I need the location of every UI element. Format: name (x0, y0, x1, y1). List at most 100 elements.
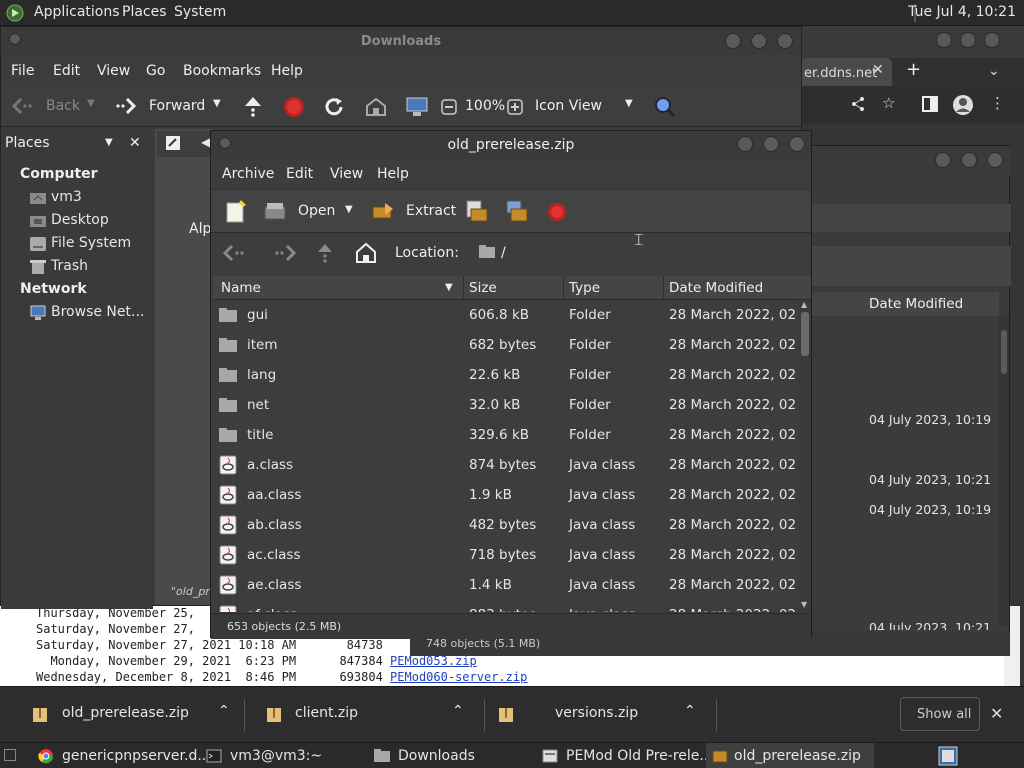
share-icon[interactable] (850, 96, 866, 112)
window-minimize-button[interactable] (936, 32, 952, 48)
profile-avatar-icon[interactable] (952, 94, 974, 116)
column-size[interactable]: Size (469, 280, 497, 296)
reload-icon[interactable] (323, 96, 345, 118)
file-row[interactable]: aa.class 1.9 kB Java class 28 March 2022, 0… (213, 480, 797, 510)
window-menu-button[interactable] (9, 33, 21, 45)
download-link[interactable]: PEMod053.zip (390, 654, 477, 668)
stop-icon[interactable] (283, 96, 305, 118)
file-row[interactable]: ab.class 482 bytes Java class 28 March 2022… (213, 510, 797, 540)
menu-archive[interactable]: Archive (222, 166, 274, 182)
menu-go[interactable]: Go (146, 63, 165, 79)
back-button[interactable]: Back (46, 98, 80, 114)
forward-arrow-icon[interactable] (115, 97, 137, 115)
workspace-switcher-icon[interactable] (938, 746, 958, 766)
zoom-in-icon[interactable] (507, 99, 523, 115)
window-menu-button[interactable] (219, 137, 231, 149)
menu-help[interactable]: Help (271, 63, 303, 79)
menu-edit[interactable]: Edit (286, 166, 313, 182)
edit-path-icon[interactable] (165, 135, 181, 151)
tab-close-icon[interactable]: ✕ (872, 62, 884, 78)
add-folder-icon[interactable] (505, 199, 529, 223)
file-row[interactable]: gui 606.8 kB Folder 28 March 2022, 02:... (213, 300, 797, 330)
file-list-scrollbar[interactable]: ▲ ▼ (799, 300, 811, 612)
task-old-prerelease[interactable]: old_prerelease.zip (706, 743, 874, 768)
file-row[interactable]: ac.class 718 bytes Java class 28 March 2022… (213, 540, 797, 570)
menu-bookmarks[interactable]: Bookmarks (183, 63, 261, 79)
download-options-chevron-icon[interactable]: ⌃ (684, 703, 696, 719)
window-maximize-button[interactable] (763, 136, 779, 152)
window-minimize-button[interactable] (935, 152, 951, 168)
behind-scrollbar[interactable] (999, 316, 1009, 626)
path-left-arrow-icon[interactable]: ◀ (201, 135, 210, 149)
behind-column-header[interactable]: Date Modified (811, 292, 999, 316)
show-all-button[interactable]: Show all (900, 697, 980, 731)
back-arrow-icon[interactable] (223, 244, 247, 262)
zoom-out-icon[interactable] (441, 99, 457, 115)
window-maximize-button[interactable] (751, 33, 767, 49)
tab-search-chevron-icon[interactable]: ⌄ (988, 63, 1000, 79)
gnome-foot-icon[interactable] (6, 4, 24, 22)
up-arrow-icon[interactable] (315, 242, 335, 264)
clock[interactable]: Tue Jul 4, 10:21 (908, 4, 1016, 20)
extract-icon[interactable] (371, 201, 395, 221)
back-history-chevron-icon[interactable]: ▼ (87, 98, 95, 109)
window-minimize-button[interactable] (737, 136, 753, 152)
column-date-modified[interactable]: Date Modified (669, 280, 763, 296)
sort-descending-icon[interactable]: ▼ (445, 282, 453, 293)
bookmark-star-icon[interactable]: ☆ (882, 94, 895, 112)
sidebar-close-icon[interactable]: ✕ (129, 135, 141, 151)
show-desktop-icon[interactable] (4, 749, 16, 761)
file-row[interactable]: net 32.0 kB Folder 28 March 2022, 02:... (213, 390, 797, 420)
sidebar-header[interactable]: Places ▼ ✕ (5, 135, 151, 157)
search-icon[interactable] (653, 95, 677, 119)
up-arrow-icon[interactable] (243, 95, 263, 117)
column-type[interactable]: Type (569, 280, 600, 296)
scrollbar-thumb[interactable] (801, 312, 809, 356)
window-close-button[interactable] (789, 136, 805, 152)
forward-button[interactable]: Forward (149, 98, 205, 114)
home-icon[interactable] (355, 242, 377, 264)
menu-applications[interactable]: Applications (34, 4, 120, 20)
stop-icon[interactable] (547, 202, 567, 222)
view-mode-chevron-icon[interactable]: ▼ (625, 98, 633, 109)
download-item[interactable]: versions.zip ⌃ (484, 687, 716, 743)
menu-system[interactable]: System (174, 4, 226, 20)
file-row[interactable]: a.class 874 bytes Java class 28 March 2022,… (213, 450, 797, 480)
zoom-level[interactable]: 100% (465, 98, 505, 114)
window-close-button[interactable] (984, 32, 1000, 48)
menu-view[interactable]: View (330, 166, 363, 182)
side-panel-icon[interactable] (922, 96, 938, 112)
window-maximize-button[interactable] (960, 32, 976, 48)
download-item[interactable]: client.zip ⌃ (244, 687, 484, 743)
file-row[interactable]: ae.class 1.4 kB Java class 28 March 2022, 0… (213, 570, 797, 600)
download-options-chevron-icon[interactable]: ⌃ (218, 703, 230, 719)
task-downloads[interactable]: Downloads (372, 743, 532, 768)
menu-help[interactable]: Help (377, 166, 409, 182)
extract-button[interactable]: Extract (406, 203, 456, 219)
column-name[interactable]: Name (221, 280, 261, 296)
back-arrow-icon[interactable] (11, 97, 33, 115)
window-close-button[interactable] (987, 152, 1003, 168)
add-files-icon[interactable] (465, 199, 489, 223)
file-row[interactable]: item 682 bytes Folder 28 March 2022, 02:... (213, 330, 797, 360)
new-archive-icon[interactable] (225, 200, 247, 224)
file-row[interactable]: title 329.6 kB Folder 28 March 2022, 02:... (213, 420, 797, 450)
window-minimize-button[interactable] (725, 33, 741, 49)
menu-places[interactable]: Places (122, 4, 167, 20)
close-shelf-icon[interactable]: ✕ (990, 704, 1003, 723)
download-link[interactable]: PEMod060-server.zip (390, 670, 527, 684)
download-item[interactable]: old_prerelease.zip ⌃ (0, 687, 244, 743)
menu-view[interactable]: View (97, 63, 130, 79)
task-terminal[interactable]: vm3@vm3:~ (204, 743, 364, 768)
view-mode-select[interactable]: Icon View (535, 98, 602, 114)
computer-icon[interactable] (405, 96, 429, 118)
file-row[interactable]: lang 22.6 kB Folder 28 March 2022, 02:... (213, 360, 797, 390)
forward-arrow-icon[interactable] (273, 244, 297, 262)
sidebar-dropdown-icon[interactable]: ▼ (105, 137, 113, 148)
menu-edit[interactable]: Edit (53, 63, 80, 79)
task-chrome[interactable]: genericpnpserver.d... (36, 743, 211, 768)
new-tab-icon[interactable]: + (906, 59, 921, 80)
open-dropdown-chevron-icon[interactable]: ▼ (345, 204, 353, 215)
chrome-menu-icon[interactable]: ⋮ (990, 94, 1005, 112)
forward-history-chevron-icon[interactable]: ▼ (213, 98, 221, 109)
